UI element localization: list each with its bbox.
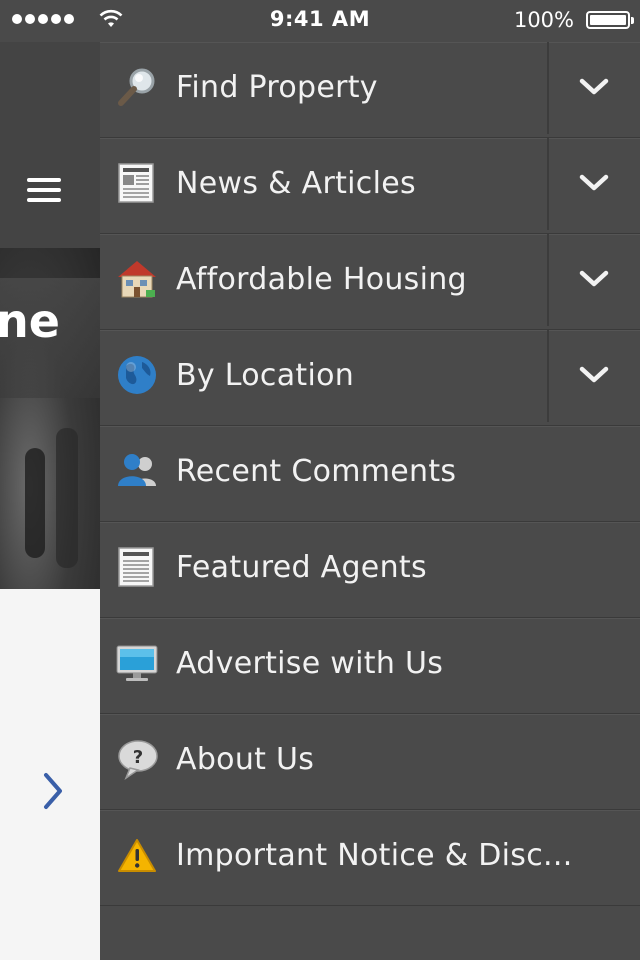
- menu-item-label: By Location: [176, 358, 355, 393]
- side-menu: Find Property News & Articles Affordable…: [100, 42, 640, 960]
- warning-icon: [118, 839, 156, 872]
- menu-item-find-property[interactable]: Find Property: [100, 42, 640, 138]
- document-icon: [118, 547, 154, 587]
- monitor-icon: [116, 645, 158, 681]
- status-bar: 9:41 AM 100%: [0, 0, 640, 42]
- menu-item-important-notice[interactable]: Important Notice & Disc...: [100, 810, 640, 906]
- globe-icon: [118, 356, 156, 394]
- app-header: [0, 42, 100, 248]
- menu-item-recent-comments[interactable]: Recent Comments: [100, 426, 640, 522]
- battery-percentage: 100%: [513, 8, 574, 32]
- expand-button[interactable]: [549, 42, 640, 137]
- hero-title: ne: [0, 294, 60, 348]
- house-icon: [118, 261, 156, 298]
- chevron-down-icon: [579, 78, 609, 95]
- question-bubble-icon: ?: [118, 740, 158, 780]
- menu-item-label: Recent Comments: [176, 454, 457, 489]
- menu-item-label: Advertise with Us: [176, 646, 444, 681]
- menu-item-advertise-with-us[interactable]: Advertise with Us: [100, 618, 640, 714]
- magnifier-icon: [118, 68, 155, 106]
- menu-item-label: Featured Agents: [176, 550, 427, 585]
- menu-item-label: About Us: [176, 742, 315, 777]
- chevron-down-icon: [579, 366, 609, 383]
- newspaper-icon: [118, 163, 154, 203]
- menu-item-label: News & Articles: [176, 166, 416, 201]
- menu-item-featured-agents[interactable]: Featured Agents: [100, 522, 640, 618]
- hero-image: ne: [0, 248, 100, 589]
- menu-item-news-articles[interactable]: News & Articles: [100, 138, 640, 234]
- content-area: [0, 589, 100, 960]
- menu-item-label: Find Property: [176, 70, 378, 105]
- battery-icon: [586, 11, 634, 29]
- menu-item-affordable-housing[interactable]: Affordable Housing: [100, 234, 640, 330]
- expand-button[interactable]: [549, 234, 640, 329]
- users-icon: [118, 454, 156, 486]
- chevron-right-icon[interactable]: [38, 771, 68, 811]
- expand-button[interactable]: [549, 138, 640, 233]
- chevron-down-icon: [579, 270, 609, 287]
- svg-text:?: ?: [133, 747, 143, 768]
- background-app: ne: [0, 42, 100, 960]
- menu-item-by-location[interactable]: By Location: [100, 330, 640, 426]
- menu-item-about-us[interactable]: ? About Us: [100, 714, 640, 810]
- hamburger-icon[interactable]: [27, 178, 61, 206]
- chevron-down-icon: [579, 174, 609, 191]
- menu-item-label: Important Notice & Disc...: [176, 838, 573, 873]
- expand-button[interactable]: [549, 330, 640, 425]
- menu-item-label: Affordable Housing: [176, 262, 467, 297]
